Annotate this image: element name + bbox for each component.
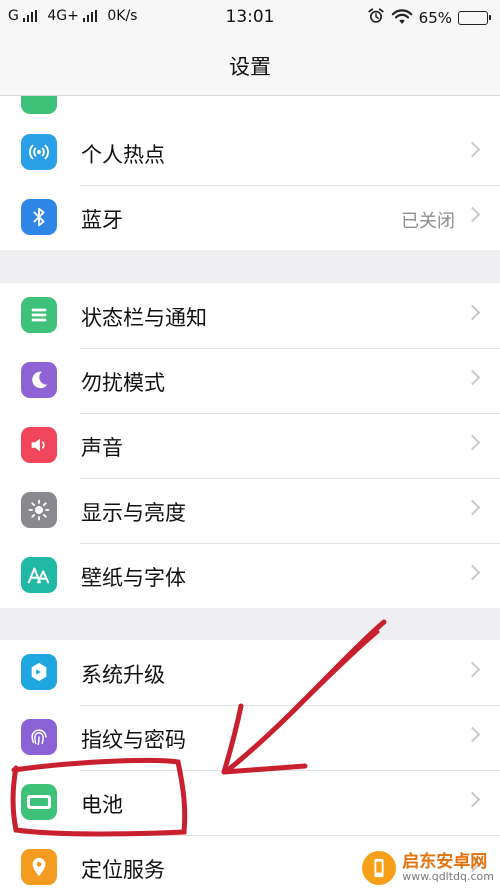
chevron-right-icon xyxy=(464,726,481,743)
settings-row-partial[interactable] xyxy=(0,96,500,120)
chevron-right-icon xyxy=(464,304,481,321)
chevron-right-icon xyxy=(464,661,481,678)
location-icon xyxy=(21,849,57,885)
bluetooth-icon xyxy=(21,199,57,235)
chevron-right-icon xyxy=(464,206,481,223)
nav-bar: 设置 xyxy=(0,34,500,96)
settings-label-hotspot: 个人热点 xyxy=(81,143,165,167)
watermark: 启东安卓网 www.qdltdq.com xyxy=(362,851,494,885)
status-bar: G 4G+ 0K/s 13:01 65% xyxy=(0,0,500,34)
settings-row-do-not-disturb[interactable]: 勿扰模式 xyxy=(0,348,500,413)
settings-group-connectivity: 个人热点 蓝牙 已关闭 xyxy=(0,120,500,250)
settings-row-statusbar-notifications[interactable]: 状态栏与通知 xyxy=(0,283,500,348)
battery-icon xyxy=(21,784,57,820)
settings-row-hotspot[interactable]: 个人热点 xyxy=(0,120,500,185)
settings-label-location: 定位服务 xyxy=(81,858,165,882)
wifi-icon xyxy=(391,8,413,29)
system-update-icon xyxy=(21,654,57,690)
settings-row-sound[interactable]: 声音 xyxy=(0,413,500,478)
settings-label-dnd: 勿扰模式 xyxy=(81,371,165,395)
settings-label-system-update: 系统升级 xyxy=(81,663,165,687)
settings-row-bluetooth[interactable]: 蓝牙 已关闭 xyxy=(0,185,500,250)
settings-group-0 xyxy=(0,96,500,120)
brightness-icon xyxy=(21,492,57,528)
settings-label-statusbar: 状态栏与通知 xyxy=(81,306,207,330)
notification-icon xyxy=(21,297,57,333)
fingerprint-icon xyxy=(21,719,57,755)
wallpaper-font-icon xyxy=(21,557,57,593)
settings-row-battery[interactable]: 电池 xyxy=(0,770,500,835)
alarm-icon xyxy=(367,7,385,29)
chevron-right-icon xyxy=(464,141,481,158)
settings-label-fingerprint: 指纹与密码 xyxy=(81,728,186,752)
battery-percentage: 65% xyxy=(418,9,452,27)
watermark-title: 启东安卓网 xyxy=(402,851,488,872)
settings-row-system-update[interactable]: 系统升级 xyxy=(0,640,500,705)
chevron-right-icon xyxy=(464,434,481,451)
watermark-logo-icon xyxy=(362,851,397,885)
partial-row-icon xyxy=(21,96,57,114)
chevron-right-icon xyxy=(464,791,481,808)
chevron-right-icon xyxy=(464,369,481,386)
chevron-right-icon xyxy=(464,564,481,581)
settings-label-bluetooth: 蓝牙 xyxy=(81,208,123,232)
settings-label-sound: 声音 xyxy=(81,436,123,460)
status-right: 65% xyxy=(367,7,491,29)
chevron-right-icon xyxy=(464,499,481,516)
settings-row-fingerprint-password[interactable]: 指纹与密码 xyxy=(0,705,500,770)
page-title: 设置 xyxy=(229,55,271,79)
battery-status-icon xyxy=(458,11,491,25)
speaker-icon xyxy=(21,427,57,463)
settings-row-display-brightness[interactable]: 显示与亮度 xyxy=(0,478,500,543)
bluetooth-status-value: 已关闭 xyxy=(401,211,455,232)
settings-label-battery: 电池 xyxy=(81,793,123,817)
settings-row-wallpaper-font[interactable]: 壁纸与字体 xyxy=(0,543,500,608)
watermark-url: www.qdltdq.com xyxy=(402,870,494,884)
settings-label-display: 显示与亮度 xyxy=(81,501,186,525)
settings-group-display: 状态栏与通知 勿扰模式 声音 显示与亮度 壁纸与字体 xyxy=(0,283,500,608)
moon-icon xyxy=(21,362,57,398)
settings-label-wallpaper: 壁纸与字体 xyxy=(81,566,186,590)
hotspot-icon xyxy=(21,134,57,170)
